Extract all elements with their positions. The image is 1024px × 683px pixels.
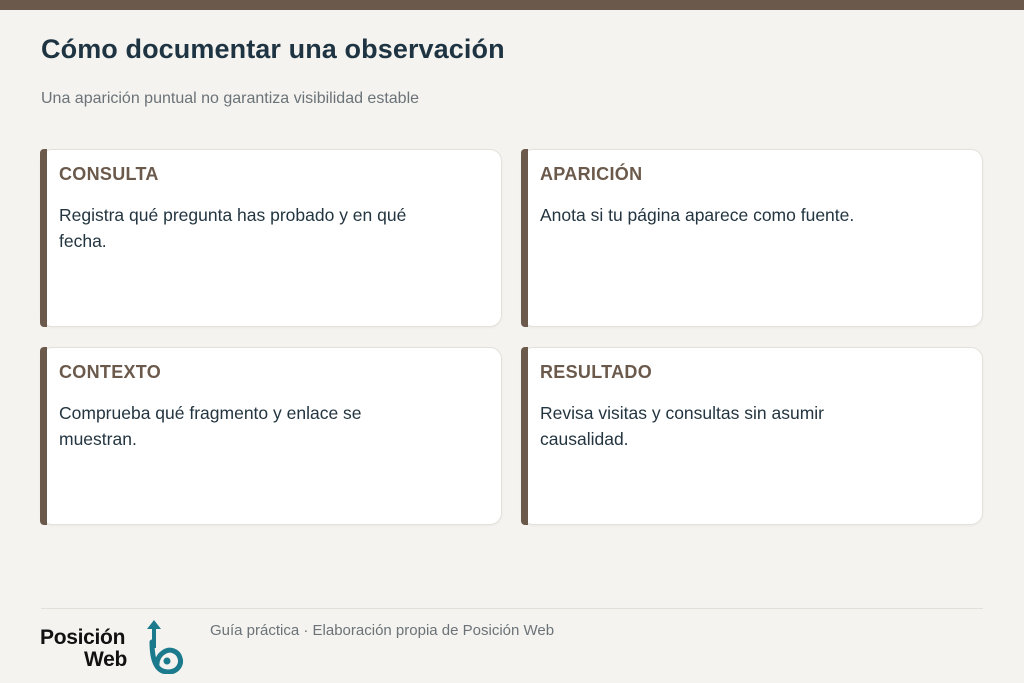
footer-caption: Guía práctica · Elaboración propia de Po…	[210, 622, 555, 639]
card-consulta: CONSULTA Registra qué pregunta has proba…	[40, 149, 502, 327]
card-accent-bar	[521, 149, 528, 327]
posicion-web-logo: Posición Web	[40, 620, 185, 676]
card-title: RESULTADO	[540, 362, 653, 382]
logo-text-line2: Web	[84, 648, 128, 671]
page-title: Cómo documentar una observación	[41, 34, 505, 64]
top-accent-bar	[0, 0, 1024, 10]
card-aparicion: APARICIÓN Anota si tu página aparece com…	[521, 149, 983, 327]
card-text: Anota si tu página aparece como fuente.	[540, 205, 855, 225]
card-accent-bar	[40, 347, 47, 525]
page-subtitle: Una aparición puntual no garantiza visib…	[41, 90, 420, 107]
card-text: Registra qué pregunta has probado y en q…	[59, 205, 407, 251]
card-resultado: RESULTADO Revisa visitas y consultas sin…	[521, 347, 983, 525]
logo-text-line1: Posición	[40, 626, 126, 649]
card-text: Comprueba qué fragmento y enlace se mues…	[59, 403, 362, 449]
card-contexto: CONTEXTO Comprueba qué fragmento y enlac…	[40, 347, 502, 525]
footer-divider	[41, 608, 983, 609]
card-accent-bar	[40, 149, 47, 327]
card-text: Revisa visitas y consultas sin asumir ca…	[540, 403, 824, 449]
logo-mark-icon	[147, 620, 183, 674]
card-title: CONTEXTO	[59, 362, 162, 382]
page: Cómo documentar una observación Una apar…	[0, 0, 1024, 683]
card-title: APARICIÓN	[540, 164, 643, 184]
card-accent-bar	[521, 347, 528, 525]
card-title: CONSULTA	[59, 164, 159, 184]
